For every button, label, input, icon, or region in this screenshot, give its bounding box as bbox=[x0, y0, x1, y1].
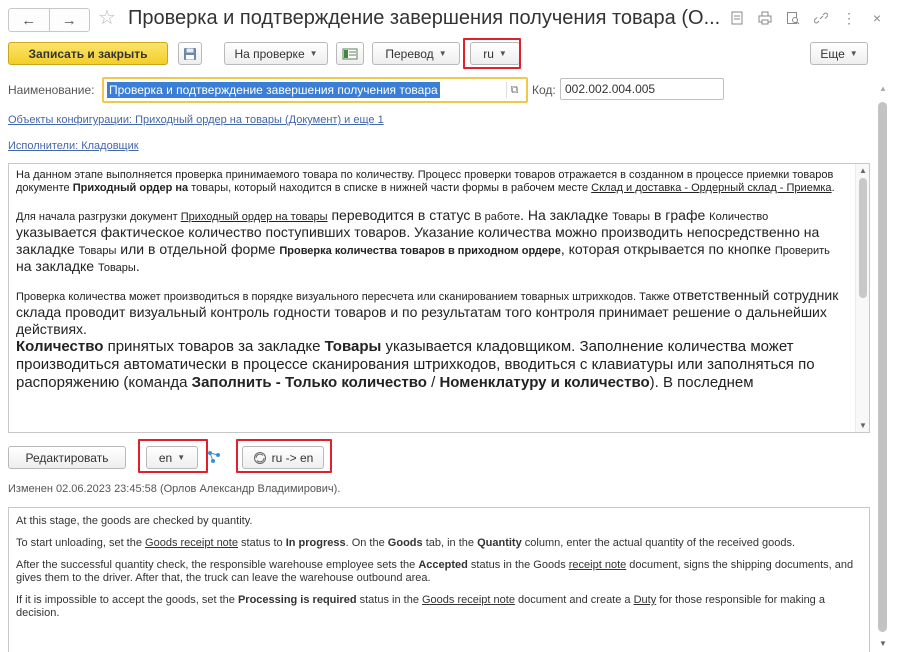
link-icon[interactable] bbox=[813, 10, 829, 26]
target-language-select[interactable]: en ▼ bbox=[146, 446, 198, 469]
scroll-down-icon[interactable]: ▼ bbox=[876, 639, 890, 648]
preview-icon[interactable] bbox=[785, 10, 801, 26]
ru-paragraph-4: Количество принятых товаров за закладке … bbox=[16, 338, 815, 391]
ru-paragraph-2: Для начала разгрузки документ Приходный … bbox=[16, 207, 830, 274]
translation-toolbar: Редактировать en ▼ ru -> en bbox=[8, 446, 528, 474]
ru-link-receipt[interactable]: Приходный ордер на товары bbox=[181, 211, 328, 223]
description-en-text: At this stage, the goods are checked by … bbox=[16, 515, 862, 629]
title-tools: ⋮ × bbox=[729, 10, 885, 26]
edit-button[interactable]: Редактировать bbox=[8, 446, 126, 469]
star-icon[interactable]: ☆ bbox=[98, 6, 116, 30]
status-select[interactable]: На проверке ▼ bbox=[224, 42, 328, 65]
translate-menu-label: Перевод bbox=[385, 46, 434, 61]
translate-icon bbox=[253, 451, 266, 464]
description-ru-text: На данном этапе выполняется проверка при… bbox=[16, 169, 848, 392]
translate-menu[interactable]: Перевод ▼ bbox=[372, 42, 460, 65]
chevron-down-icon: ▼ bbox=[849, 49, 858, 58]
target-language-label: en bbox=[158, 450, 173, 465]
en-link-receipt[interactable]: Goods receipt note bbox=[145, 537, 238, 549]
description-ru-panel[interactable]: На данном этапе выполняется проверка при… bbox=[8, 163, 870, 433]
scroll-up-icon[interactable]: ▲ bbox=[876, 84, 890, 93]
title-bar: ← → ☆ Проверка и подтверждение завершени… bbox=[0, 0, 899, 36]
print-icon[interactable] bbox=[757, 10, 773, 26]
en-paragraph-4: If it is impossible to accept the goods,… bbox=[16, 594, 825, 619]
save-button[interactable] bbox=[178, 42, 202, 65]
name-field[interactable]: Проверка и подтверждение завершения полу… bbox=[102, 77, 528, 103]
description-ru-scrollbar[interactable]: ▲ ▼ bbox=[855, 164, 869, 432]
more-icon[interactable]: ⋮ bbox=[841, 10, 857, 26]
scrollbar-thumb[interactable] bbox=[859, 178, 867, 298]
en-paragraph-3: After the successful quantity check, the… bbox=[16, 559, 854, 584]
en-paragraph-1: At this stage, the goods are checked by … bbox=[16, 515, 253, 527]
chevron-down-icon: ▼ bbox=[177, 453, 186, 462]
back-icon[interactable]: ← bbox=[9, 9, 49, 31]
structure-button[interactable] bbox=[336, 42, 364, 65]
en-paragraph-2: To start unloading, set the Goods receip… bbox=[16, 537, 796, 549]
scroll-up-icon[interactable]: ▲ bbox=[856, 166, 869, 175]
en-link-receipt-2[interactable]: Goods receipt note bbox=[422, 594, 515, 606]
chevron-down-icon: ▼ bbox=[498, 49, 507, 58]
code-label: Код: bbox=[532, 83, 556, 97]
scroll-down-icon[interactable]: ▼ bbox=[856, 421, 869, 430]
objects-link[interactable]: Объекты конфигурации: Приходный ордер на… bbox=[8, 114, 384, 126]
translate-button-label: ru -> en bbox=[271, 450, 314, 465]
structure-icon bbox=[342, 48, 358, 59]
source-language-label: ru bbox=[483, 46, 494, 61]
chevron-down-icon: ▼ bbox=[309, 49, 318, 58]
name-value: Проверка и подтверждение завершения полу… bbox=[107, 82, 440, 98]
performers-link[interactable]: Исполнители: Кладовщик bbox=[8, 140, 139, 152]
en-link-duty[interactable]: Duty bbox=[634, 594, 657, 606]
more-menu-label: Еще bbox=[820, 46, 845, 61]
description-en-panel[interactable]: At this stage, the goods are checked by … bbox=[8, 507, 870, 652]
save-and-close-button[interactable]: Записать и закрыть bbox=[8, 42, 168, 65]
en-link-receipt-note[interactable]: receipt note bbox=[569, 559, 626, 571]
name-code-row: Наименование: Проверка и подтверждение з… bbox=[8, 77, 888, 103]
status-select-label: На проверке bbox=[234, 46, 305, 61]
copy-icon[interactable]: ⧉ bbox=[506, 82, 522, 98]
name-label: Наименование: bbox=[8, 83, 95, 97]
form-scrollbar-thumb[interactable] bbox=[878, 102, 887, 632]
changed-info: Изменен 02.06.2023 23:45:58 (Орлов Алекс… bbox=[8, 483, 341, 495]
more-menu-button[interactable]: Еще ▼ bbox=[810, 42, 868, 65]
forward-icon[interactable]: → bbox=[48, 9, 90, 31]
save-icon bbox=[184, 47, 196, 60]
ru-paragraph-3: Проверка количества может производиться … bbox=[16, 287, 839, 337]
close-icon[interactable]: × bbox=[869, 10, 885, 26]
form-scrollbar[interactable]: ▲ ▼ bbox=[876, 84, 890, 652]
ru-paragraph-1: На данном этапе выполняется проверка при… bbox=[16, 169, 835, 194]
doc-icon[interactable] bbox=[729, 10, 745, 26]
chevron-down-icon: ▼ bbox=[438, 49, 447, 58]
nav-buttons: ← → bbox=[8, 8, 90, 32]
code-field[interactable]: 002.002.004.005 bbox=[560, 78, 724, 100]
form-toolbar: Записать и закрыть На проверке ▼ Перевод ▼… bbox=[8, 42, 870, 68]
source-language-select[interactable]: ru ▼ bbox=[470, 42, 520, 65]
translate-button[interactable]: ru -> en bbox=[242, 446, 324, 469]
window-title: Проверка и подтверждение завершения полу… bbox=[128, 7, 721, 29]
tree-icon[interactable] bbox=[204, 447, 224, 467]
ru-link-workplace[interactable]: Склад и доставка - Ордерный склад - Прие… bbox=[591, 182, 831, 194]
